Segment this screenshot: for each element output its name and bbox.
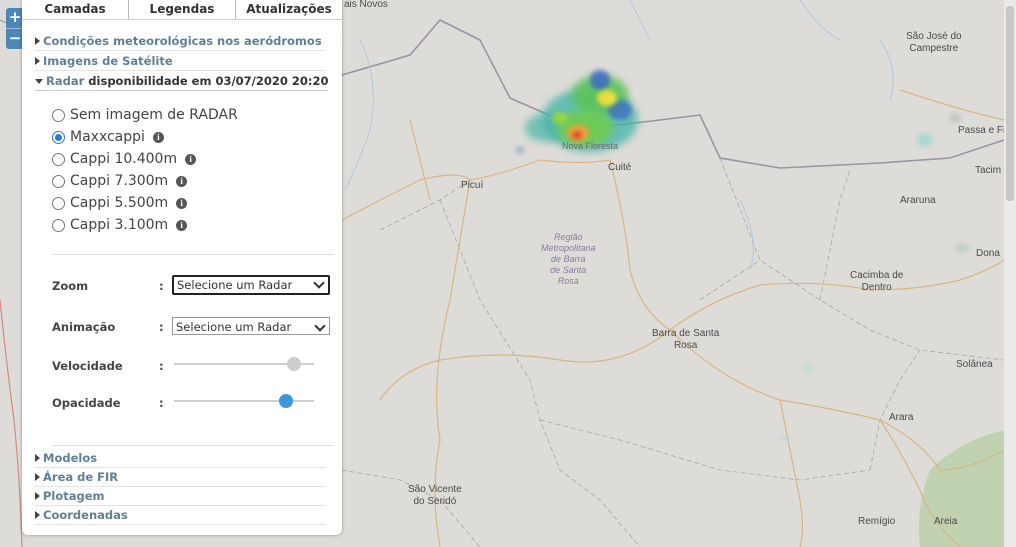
caret-right-icon — [35, 473, 40, 481]
accordion-area-fir-label: Área de FIR — [43, 470, 119, 484]
map-label-areia: Areia — [934, 516, 958, 527]
map-label-sao-jose-do-campestre: São José do Campestre — [906, 31, 962, 54]
accordion-area-fir[interactable]: Área de FIR — [35, 469, 326, 487]
zoom-radar-select[interactable]: Selecione um Radar — [172, 275, 330, 295]
opacity-row: Opacidade : — [52, 394, 314, 410]
map-label-sao-vicente-do-serido: São Vicente do Seridó — [408, 484, 462, 507]
speed-slider-handle[interactable] — [287, 357, 302, 371]
accordion-aerodromos[interactable]: Condições meteorológicas nos aeródromos — [35, 33, 326, 51]
page-scrollbar[interactable] — [1004, 0, 1016, 547]
accordion-coordenadas-label: Coordenadas — [43, 508, 128, 522]
radio-label: Cappi 10.400m — [70, 151, 178, 167]
panel-tabs: Camadas Legendas Atualizações — [22, 0, 342, 20]
radio-cappi-10400[interactable]: Cappi 10.400m i — [52, 148, 238, 170]
caret-right-icon — [35, 37, 40, 45]
chevron-down-icon — [314, 320, 326, 332]
accordion-plotagem[interactable]: Plotagem — [35, 488, 326, 506]
radio-label: Maxxcappi — [70, 129, 145, 145]
tab-camadas[interactable]: Camadas — [22, 0, 128, 19]
scrollbar-thumb[interactable] — [1006, 6, 1014, 201]
layers-panel: Camadas Legendas Atualizações Condições … — [22, 0, 342, 535]
speed-label: Velocidade — [52, 359, 123, 373]
opacity-label: Opacidade — [52, 396, 121, 410]
colon: : — [159, 279, 164, 293]
info-icon[interactable]: i — [176, 197, 188, 209]
accordion-radar-label: Radar — [46, 74, 85, 88]
opacity-slider[interactable] — [174, 394, 314, 408]
zoom-label: Zoom — [52, 279, 89, 293]
radio-maxxcappi[interactable]: Maxxcappi i — [52, 126, 238, 148]
map-label-tacima: Tacim — [975, 165, 1002, 176]
section-divider — [52, 254, 334, 255]
accordion-coordenadas[interactable]: Coordenadas — [35, 507, 326, 525]
radio-button[interactable] — [52, 196, 65, 210]
opacity-slider-handle[interactable] — [278, 394, 293, 408]
tab-atualizacoes[interactable]: Atualizações — [235, 0, 342, 19]
map-label-araruna: Araruna — [900, 195, 936, 206]
animation-label: Animação — [52, 320, 116, 334]
speed-row: Velocidade : — [52, 357, 314, 373]
animation-row: Animação : Selecione um Radar — [52, 317, 330, 335]
map-label-cacimba-de-dentro: Cacimba de Dentro — [850, 270, 904, 293]
section-divider — [52, 445, 334, 446]
speed-slider[interactable] — [174, 357, 314, 371]
map-label-barra-de-santa-rosa: Barra de Santa Rosa — [652, 328, 720, 351]
map-label-dona-ines: Dona — [976, 248, 1000, 259]
accordion-modelos[interactable]: Modelos — [35, 450, 326, 468]
info-icon[interactable]: i — [152, 131, 164, 143]
radio-label: Cappi 5.500m — [70, 195, 169, 211]
radio-button[interactable] — [52, 174, 65, 188]
animation-select-value: Selecione um Radar — [176, 320, 292, 334]
colon: : — [159, 359, 164, 373]
animation-radar-select[interactable]: Selecione um Radar — [172, 317, 330, 335]
map-label-passa-e-fica: Passa e Fi — [958, 125, 1006, 136]
radio-cappi-5500[interactable]: Cappi 5.500m i — [52, 192, 238, 214]
caret-down-icon — [35, 79, 43, 84]
radio-sem-imagem[interactable]: Sem imagem de RADAR — [52, 104, 238, 126]
map-label-nova-floresta: Nova Floresta — [562, 141, 619, 151]
radio-label: Cappi 7.300m — [70, 173, 169, 189]
info-icon[interactable]: i — [185, 153, 197, 165]
radio-cappi-3100[interactable]: Cappi 3.100m i — [52, 214, 238, 236]
zoom-row: Zoom : Selecione um Radar — [52, 275, 330, 295]
radar-availability-text: disponibilidade em 03/07/2020 20:20 — [88, 74, 329, 88]
accordion-radar[interactable]: Radar disponibilidade em 03/07/2020 20:2… — [35, 73, 328, 91]
accordion-modelos-label: Modelos — [43, 451, 98, 465]
radio-button[interactable] — [52, 108, 65, 122]
map-label-cuite: Cuité — [608, 162, 632, 173]
radio-label: Sem imagem de RADAR — [70, 107, 238, 123]
radio-button[interactable] — [52, 218, 65, 232]
map-label-novos: ais Novos — [344, 0, 388, 10]
colon: : — [159, 396, 164, 410]
map-label-solanea: Solânea — [956, 359, 993, 370]
colon: : — [159, 320, 164, 334]
radio-button-selected[interactable] — [52, 130, 65, 144]
caret-right-icon — [35, 57, 40, 65]
zoom-select-value: Selecione um Radar — [177, 278, 293, 292]
radio-label: Cappi 3.100m — [70, 217, 169, 233]
radar-product-options: Sem imagem de RADAR Maxxcappi i Cappi 10.… — [52, 104, 238, 236]
map-label-regiao-metropolitana: Região Metropolitana de Barra de Santa R… — [541, 232, 596, 286]
info-icon[interactable]: i — [176, 219, 188, 231]
caret-right-icon — [35, 511, 40, 519]
accordion-satelite[interactable]: Imagens de Satélite — [35, 53, 326, 71]
caret-right-icon — [35, 492, 40, 500]
map-label-arara: Arara — [889, 412, 914, 423]
accordion-aerodromos-label: Condições meteorológicas nos aeródromos — [43, 34, 322, 48]
lower-accordion: Modelos Área de FIR Plotagem Coordenadas — [35, 450, 326, 525]
radio-cappi-7300[interactable]: Cappi 7.300m i — [52, 170, 238, 192]
accordion-plotagem-label: Plotagem — [43, 489, 105, 503]
map-label-remigio: Remígio — [858, 516, 896, 527]
caret-right-icon — [35, 454, 40, 462]
info-icon[interactable]: i — [176, 175, 188, 187]
tab-legendas[interactable]: Legendas — [128, 0, 235, 19]
accordion-satelite-label: Imagens de Satélite — [43, 54, 173, 68]
chevron-down-icon — [313, 277, 325, 289]
map-label-picui: Picuí — [461, 180, 484, 191]
radio-button[interactable] — [52, 152, 65, 166]
